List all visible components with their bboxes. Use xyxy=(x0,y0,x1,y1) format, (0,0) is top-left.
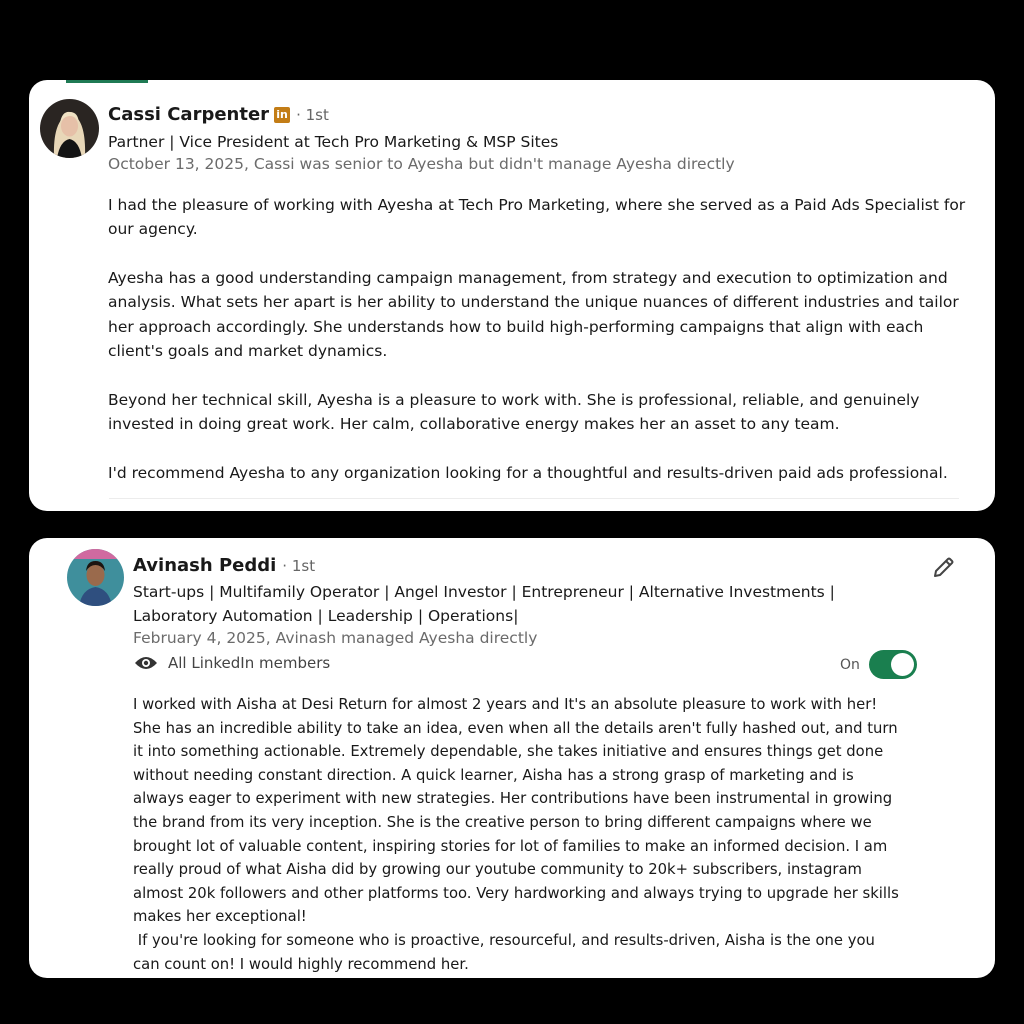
active-tab-indicator xyxy=(66,80,148,83)
recommendation-paragraph: Ayesha has a good understanding campaign… xyxy=(108,269,959,360)
recommender-headline: Partner | Vice President at Tech Pro Mar… xyxy=(108,133,559,151)
recommendation-paragraph: If you're looking for someone who is pro… xyxy=(133,932,880,973)
visibility-label: All LinkedIn members xyxy=(168,654,331,672)
connection-degree: · 1st xyxy=(282,556,316,575)
name-row: Cassi Carpenter in · 1st xyxy=(108,104,329,125)
linkedin-icon: in xyxy=(274,106,291,123)
recommendation-paragraph: I worked with Aisha at Desi Return for a… xyxy=(133,696,899,926)
visibility-setting: All LinkedIn members xyxy=(134,654,330,672)
recommendation-paragraph: I had the pleasure of working with Ayesh… xyxy=(108,196,966,239)
recommender-headline: Start-ups | Multifamily Operator | Angel… xyxy=(133,583,835,625)
eye-icon xyxy=(135,657,157,669)
toggle-label: On xyxy=(840,656,860,673)
recommendation-meta: October 13, 2025, Cassi was senior to Ay… xyxy=(108,155,735,173)
pencil-icon xyxy=(934,557,954,577)
toggle-knob xyxy=(890,653,914,676)
connection-degree: · 1st xyxy=(296,105,329,124)
visibility-toggle-row: On xyxy=(840,650,917,679)
visibility-toggle[interactable] xyxy=(868,650,917,679)
divider xyxy=(109,498,959,499)
recommendation-card-1: Cassi Carpenter in · 1st Partner | Vice … xyxy=(29,80,995,511)
recommender-name[interactable]: Avinash Peddi xyxy=(133,555,276,576)
recommendation-paragraph: Beyond her technical skill, Ayesha is a … xyxy=(108,391,920,434)
edit-button[interactable] xyxy=(929,552,959,582)
recommendation-meta: February 4, 2025, Avinash managed Ayesha… xyxy=(133,629,538,647)
avatar[interactable] xyxy=(67,549,124,606)
recommendation-paragraph: I'd recommend Ayesha to any organization… xyxy=(108,464,948,482)
recommender-name[interactable]: Cassi Carpenter xyxy=(108,104,269,125)
avatar[interactable] xyxy=(40,99,99,158)
recommendation-card-2: Avinash Peddi · 1st Start-ups | Multifam… xyxy=(29,538,995,978)
name-row: Avinash Peddi · 1st xyxy=(133,555,315,576)
